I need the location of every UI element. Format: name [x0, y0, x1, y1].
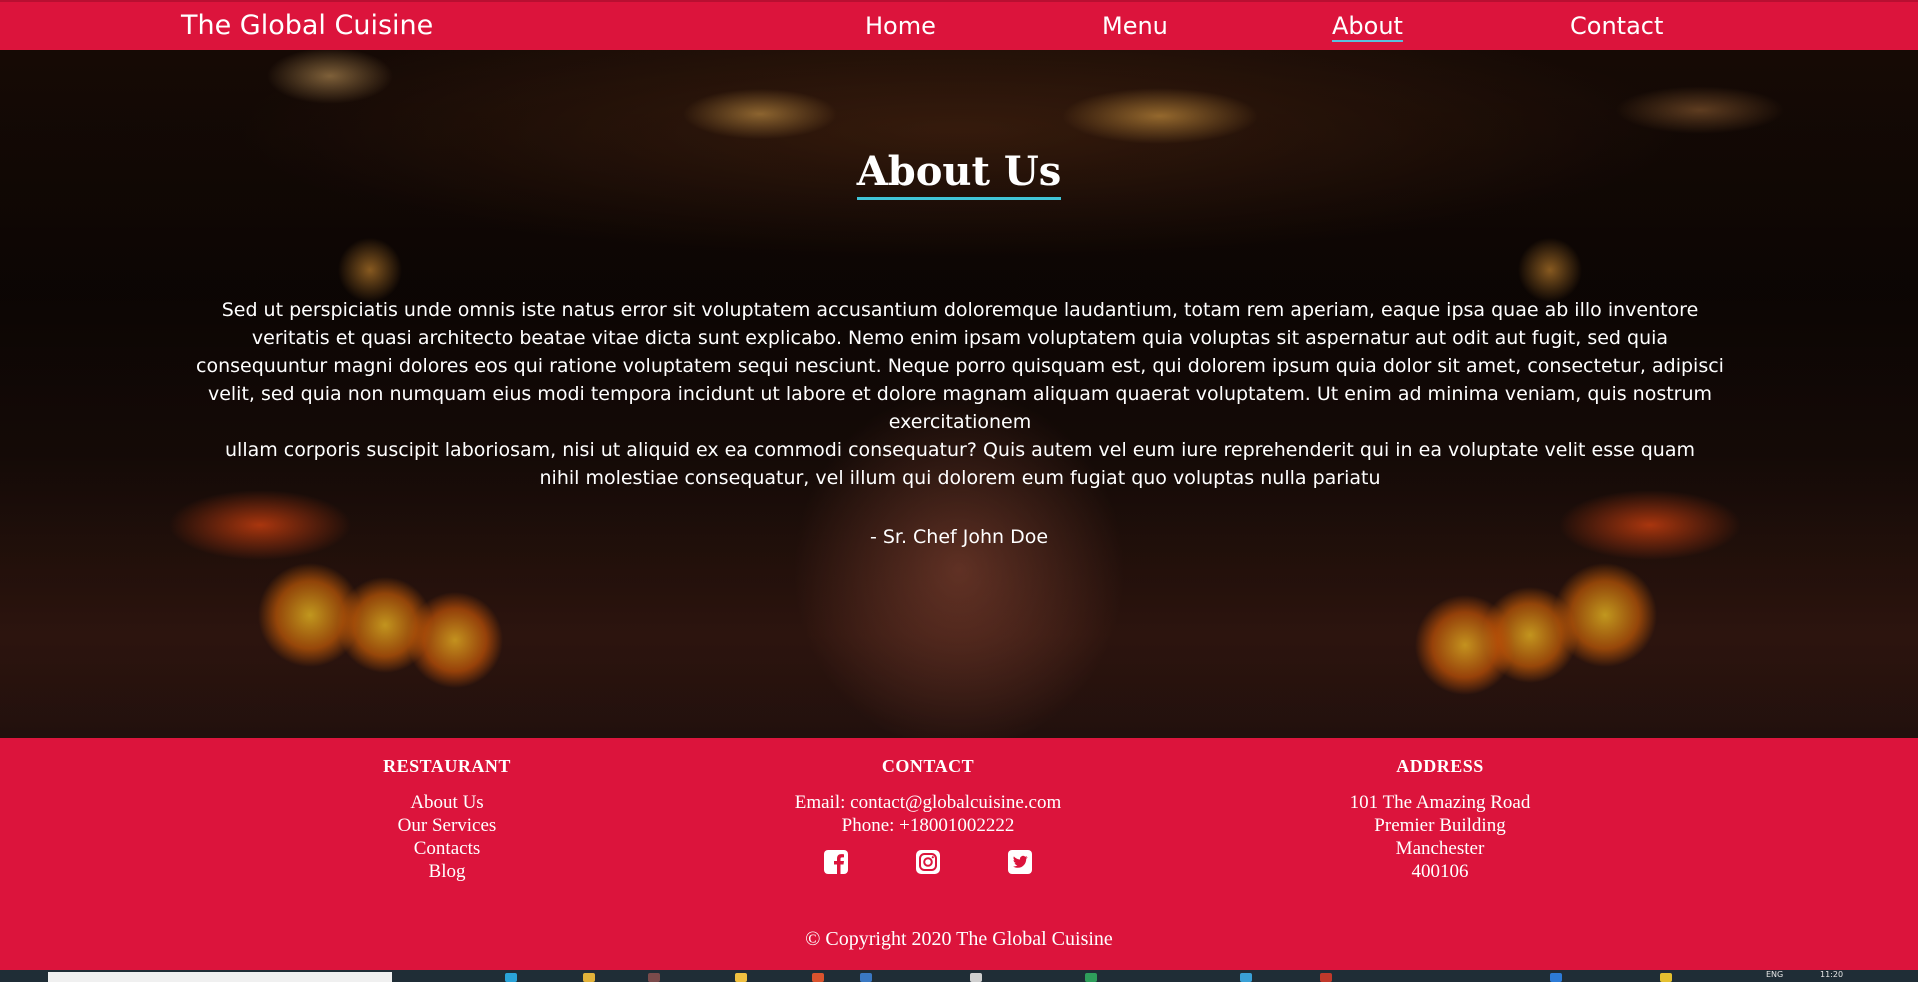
taskbar-clock[interactable]: 11:20: [1820, 970, 1843, 979]
taskbar-app-icon[interactable]: [583, 973, 595, 982]
taskbar-app-icon[interactable]: [1320, 973, 1332, 982]
about-paragraph-1: Sed ut perspiciatis unde omnis iste natu…: [196, 299, 1724, 433]
footer-restaurant-column: RESTAURANT About Us Our Services Contact…: [247, 756, 647, 883]
about-paragraph-2: ullam corporis suscipit laboriosam, nisi…: [225, 439, 1695, 489]
page-title-text: About Us: [856, 148, 1062, 200]
taskbar-search-box[interactable]: [48, 972, 392, 982]
footer-email: Email: contact@globalcuisine.com: [794, 792, 1062, 813]
footer-link-our-services[interactable]: Our Services: [247, 814, 647, 837]
top-navbar: The Global Cuisine Home Menu About Conta…: [0, 0, 1918, 50]
footer-contact-column: CONTACT Email: contact@globalcuisine.com…: [728, 756, 1128, 875]
footer-address-line: 101 The Amazing Road: [1349, 792, 1531, 813]
facebook-icon[interactable]: [823, 849, 849, 875]
taskbar-app-icon[interactable]: [735, 973, 747, 982]
footer-address-heading: ADDRESS: [1396, 756, 1484, 776]
os-taskbar: ENG 11:20: [0, 970, 1918, 982]
footer-link-contacts[interactable]: Contacts: [247, 837, 647, 860]
nav-link-contact[interactable]: Contact: [1570, 12, 1663, 40]
footer-link-blog[interactable]: Blog: [247, 860, 647, 883]
nav-link-menu[interactable]: Menu: [1102, 12, 1168, 40]
chef-signature: - Sr. Chef John Doe: [869, 526, 1049, 548]
taskbar-app-icon[interactable]: [970, 973, 982, 982]
taskbar-app-icon[interactable]: [1550, 973, 1562, 982]
nav-link-home[interactable]: Home: [865, 12, 936, 40]
twitter-icon[interactable]: [1007, 849, 1033, 875]
footer-address-line: Premier Building: [1374, 815, 1506, 836]
brand-name[interactable]: The Global Cuisine: [181, 10, 433, 41]
footer-address-line: 400106: [1411, 861, 1469, 882]
taskbar-app-icon[interactable]: [1660, 973, 1672, 982]
taskbar-app-icon[interactable]: [505, 973, 517, 982]
footer-phone: Phone: +18001002222: [841, 815, 1015, 836]
taskbar-app-icon[interactable]: [1240, 973, 1252, 982]
taskbar-app-icon[interactable]: [860, 973, 872, 982]
footer-link-about-us[interactable]: About Us: [247, 791, 647, 814]
page-title: About Us: [0, 148, 1918, 200]
footer-restaurant-heading: RESTAURANT: [383, 756, 511, 776]
taskbar-app-icon[interactable]: [648, 973, 660, 982]
footer-address-line: Manchester: [1395, 838, 1485, 859]
hero-section: About Us Sed ut perspiciatis unde omnis …: [0, 50, 1918, 738]
footer-address-column: ADDRESS 101 The Amazing Road Premier Bui…: [1240, 756, 1640, 883]
taskbar-app-icon[interactable]: [812, 973, 824, 982]
site-footer: RESTAURANT About Us Our Services Contact…: [0, 738, 1918, 970]
taskbar-app-icon[interactable]: [1085, 973, 1097, 982]
copyright-text: © Copyright 2020 The Global Cuisine: [805, 928, 1113, 950]
taskbar-language[interactable]: ENG: [1766, 970, 1783, 979]
instagram-icon[interactable]: [915, 849, 941, 875]
social-links: [728, 849, 1128, 875]
footer-contact-heading: CONTACT: [881, 756, 975, 776]
nav-link-about[interactable]: About: [1332, 12, 1403, 40]
